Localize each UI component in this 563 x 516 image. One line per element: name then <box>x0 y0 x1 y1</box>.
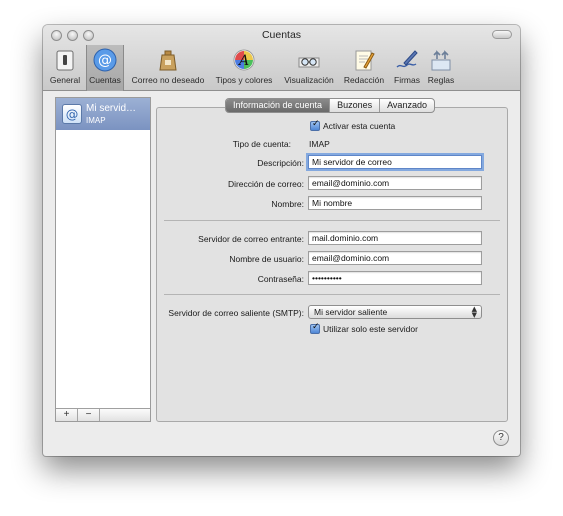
account-row[interactable]: @ Mi servid… IMAP <box>56 98 150 130</box>
email-address-field[interactable]: email@dominio.com <box>308 176 482 190</box>
chevron-updown-icon: ▲ ▼ <box>471 305 477 319</box>
svg-text:A: A <box>237 53 249 69</box>
toolbar-rules-label: Reglas <box>427 75 455 85</box>
toolbar-toggle-button[interactable] <box>492 30 512 39</box>
toolbar-viewing[interactable]: Visualización <box>281 45 337 91</box>
use-only-this-server-checkbox[interactable] <box>310 322 320 334</box>
account-type-value: IMAP <box>309 139 330 149</box>
help-button[interactable]: ? <box>493 430 509 446</box>
incoming-server-field[interactable]: mail.dominio.com <box>308 231 482 245</box>
section-divider <box>164 220 500 221</box>
toolbar-general-label: General <box>49 75 81 85</box>
tab-advanced[interactable]: Avanzado <box>380 99 434 112</box>
use-only-this-server-label: Utilizar solo este servidor <box>323 324 418 334</box>
toolbar-rules[interactable]: Reglas <box>426 45 456 91</box>
svg-text:@: @ <box>98 53 112 69</box>
full-name-label: Nombre: <box>271 199 304 209</box>
email-address-label: Dirección de correo: <box>227 179 304 189</box>
account-type: IMAP <box>86 116 106 125</box>
section-divider <box>164 294 500 295</box>
add-account-button[interactable]: + <box>56 409 78 421</box>
tab-bar: Información de cuenta Buzones Avanzado <box>225 98 435 113</box>
toolbar-junk-mail[interactable]: Correo no deseado <box>129 45 207 91</box>
smtp-server-select[interactable]: Mi servidor saliente ▲ ▼ <box>308 305 482 319</box>
font-colors-icon: A <box>233 49 255 71</box>
accounts-list: @ Mi servid… IMAP + − <box>55 97 151 422</box>
remove-account-button[interactable]: − <box>78 409 100 421</box>
window-title: Cuentas <box>261 29 302 41</box>
description-label: Descripción: <box>257 158 304 168</box>
title-bar: Cuentas General @ Cuentas Correo no dese… <box>43 25 520 91</box>
description-field[interactable]: Mi servidor de correo <box>308 155 482 169</box>
account-name: Mi servid… <box>86 103 137 114</box>
enable-account-checkbox[interactable] <box>310 119 320 131</box>
svg-text:@: @ <box>66 107 79 122</box>
smtp-server-label: Servidor de correo saliente (SMTP): <box>168 308 304 318</box>
incoming-server-label: Servidor de correo entrante: <box>198 234 304 244</box>
at-sign-icon: @ <box>93 48 117 72</box>
at-sign-icon: @ <box>62 104 82 124</box>
tab-account-info[interactable]: Información de cuenta <box>226 99 331 112</box>
accounts-window: Cuentas General @ Cuentas Correo no dese… <box>43 25 520 456</box>
password-field[interactable]: •••••••••• <box>308 271 482 285</box>
username-field[interactable]: email@dominio.com <box>308 251 482 265</box>
preferences-toolbar: General @ Cuentas Correo no deseado A Ti… <box>43 45 520 91</box>
compose-pencil-icon <box>355 50 375 71</box>
signature-pen-icon <box>396 50 418 68</box>
enable-account-label: Activar esta cuenta <box>323 121 396 131</box>
toolbar-accounts-label: Cuentas <box>89 75 121 85</box>
rules-icon <box>431 50 451 71</box>
toolbar-fonts-colors-label: Tipos y colores <box>215 75 273 85</box>
account-type-label: Tipo de cuenta: <box>232 139 291 149</box>
full-name-field[interactable]: Mi nombre <box>308 196 482 210</box>
toolbar-signatures-label: Firmas <box>394 75 420 85</box>
toolbar-signatures[interactable]: Firmas <box>390 45 424 91</box>
smtp-server-value: Mi servidor saliente <box>314 307 388 317</box>
toolbar-composing-label: Redacción <box>343 75 385 85</box>
toolbar-viewing-label: Visualización <box>284 75 334 85</box>
toolbar-accounts[interactable]: @ Cuentas <box>86 45 124 91</box>
eyeglasses-icon <box>298 57 320 68</box>
tab-mailboxes[interactable]: Buzones <box>330 99 381 112</box>
toolbar-fonts-colors[interactable]: A Tipos y colores <box>212 45 276 91</box>
password-label: Contraseña: <box>257 274 304 284</box>
list-controls: + − <box>56 408 150 421</box>
username-label: Nombre de usuario: <box>229 254 304 264</box>
toolbar-junk-mail-label: Correo no deseado <box>131 75 205 85</box>
toolbar-general[interactable]: General <box>47 45 83 91</box>
junk-mail-bag-icon <box>159 50 177 71</box>
general-switch-icon <box>56 50 74 71</box>
toolbar-composing[interactable]: Redacción <box>341 45 387 91</box>
